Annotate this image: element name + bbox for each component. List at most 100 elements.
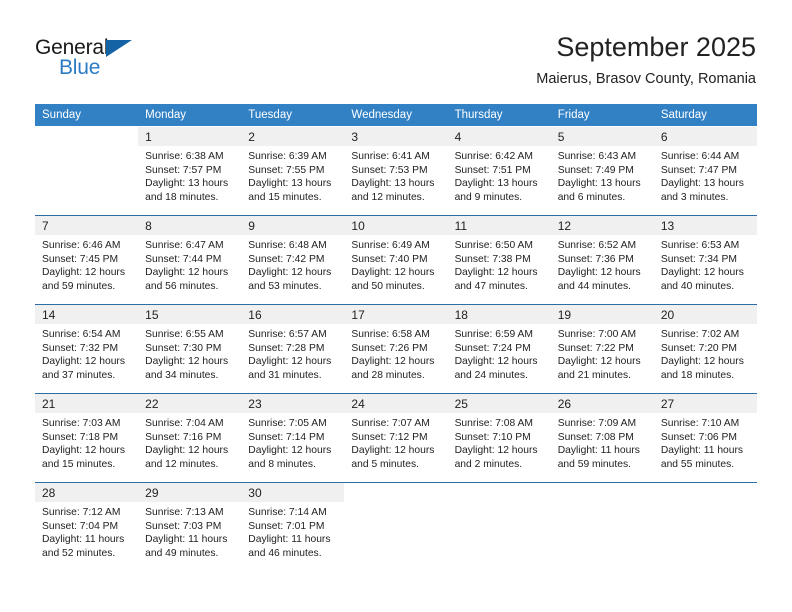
calendar-cell	[344, 482, 448, 571]
day-cell[interactable]: 13 Sunrise: 6:53 AM Sunset: 7:34 PM Dayligh…	[653, 216, 757, 304]
weekday-header-wednesday: Wednesday	[344, 104, 448, 127]
calendar-cell: 20 Sunrise: 7:02 AM Sunset: 7:20 PM Dayligh…	[653, 304, 757, 394]
sunrise-text: Sunrise: 6:50 AM	[454, 240, 533, 251]
day-cell[interactable]: 15 Sunrise: 6:55 AM Sunset: 7:30 PM Dayligh…	[138, 305, 242, 393]
sunset-text: Sunset: 7:38 PM	[454, 253, 531, 265]
sunrise-text: Sunrise: 7:03 AM	[42, 418, 121, 429]
day-cell[interactable]: 16 Sunrise: 6:57 AM Sunset: 7:28 PM Dayligh…	[241, 305, 345, 393]
sunrise-text: Sunrise: 6:41 AM	[351, 151, 430, 162]
day-cell[interactable]: 29 Sunrise: 7:13 AM Sunset: 7:03 PM Dayligh…	[138, 483, 242, 571]
day-cell[interactable]: 22 Sunrise: 7:04 AM Sunset: 7:16 PM Dayligh…	[138, 394, 242, 482]
day-details: Sunrise: 6:49 AM Sunset: 7:40 PM Daylight:…	[344, 235, 447, 293]
day-cell[interactable]: 20 Sunrise: 7:02 AM Sunset: 7:20 PM Dayligh…	[653, 305, 757, 393]
daylight-text: Daylight: 12 hours and 50 minutes.	[351, 267, 435, 292]
daylight-text: Daylight: 12 hours and 2 minutes.	[454, 445, 538, 470]
calendar-grid: Sunday Monday Tuesday Wednesday Thursday…	[35, 104, 757, 571]
sunrise-text: Sunrise: 6:59 AM	[454, 329, 533, 340]
calendar-cell: 18 Sunrise: 6:59 AM Sunset: 7:24 PM Dayligh…	[447, 304, 551, 394]
sunset-text: Sunset: 7:20 PM	[660, 342, 737, 354]
day-cell[interactable]: 17 Sunrise: 6:58 AM Sunset: 7:26 PM Dayligh…	[344, 305, 448, 393]
day-cell[interactable]: 9 Sunrise: 6:48 AM Sunset: 7:42 PM Daylight…	[241, 216, 345, 304]
day-details: Sunrise: 7:09 AM Sunset: 7:08 PM Daylight:…	[551, 413, 654, 471]
day-cell[interactable]: 8 Sunrise: 6:47 AM Sunset: 7:44 PM Daylight…	[138, 216, 242, 304]
day-cell[interactable]: 30 Sunrise: 7:14 AM Sunset: 7:01 PM Dayligh…	[241, 483, 345, 571]
sunset-text: Sunset: 7:57 PM	[145, 164, 222, 176]
day-cell[interactable]: 23 Sunrise: 7:05 AM Sunset: 7:14 PM Dayligh…	[241, 394, 345, 482]
day-number: 18	[447, 305, 551, 324]
day-cell[interactable]: 27 Sunrise: 7:10 AM Sunset: 7:06 PM Dayligh…	[653, 394, 757, 482]
day-cell[interactable]: 3 Sunrise: 6:41 AM Sunset: 7:53 PM Daylight…	[344, 127, 448, 215]
sunset-text: Sunset: 7:10 PM	[454, 431, 531, 443]
triangle-icon	[106, 40, 132, 57]
daylight-text: Daylight: 12 hours and 28 minutes.	[351, 356, 435, 381]
day-cell[interactable]: 10 Sunrise: 6:49 AM Sunset: 7:40 PM Dayligh…	[344, 216, 448, 304]
sunrise-text: Sunrise: 6:57 AM	[248, 329, 327, 340]
daylight-text: Daylight: 13 hours and 15 minutes.	[248, 178, 332, 203]
daylight-text: Daylight: 12 hours and 47 minutes.	[454, 267, 538, 292]
daylight-text: Daylight: 12 hours and 44 minutes.	[557, 267, 641, 292]
daylight-text: Daylight: 11 hours and 59 minutes.	[557, 445, 640, 470]
sunset-text: Sunset: 7:32 PM	[42, 342, 119, 354]
day-cell[interactable]: 5 Sunrise: 6:43 AM Sunset: 7:49 PM Daylight…	[550, 127, 654, 215]
day-number: 6	[653, 127, 757, 146]
day-details: Sunrise: 6:50 AM Sunset: 7:38 PM Daylight:…	[448, 235, 551, 293]
day-cell[interactable]: 19 Sunrise: 7:00 AM Sunset: 7:22 PM Dayligh…	[550, 305, 654, 393]
calendar-cell	[447, 482, 551, 571]
calendar-week-row: 1 Sunrise: 6:38 AM Sunset: 7:57 PM Daylight…	[35, 126, 757, 216]
sunrise-text: Sunrise: 6:53 AM	[660, 240, 740, 251]
weekday-header-tuesday: Tuesday	[241, 104, 345, 127]
day-number: 2	[241, 127, 345, 146]
daylight-text: Daylight: 12 hours and 31 minutes.	[248, 356, 332, 381]
calendar-body: 1 Sunrise: 6:38 AM Sunset: 7:57 PM Daylight…	[35, 126, 757, 571]
day-cell[interactable]: 14 Sunrise: 6:54 AM Sunset: 7:32 PM Dayligh…	[35, 305, 139, 393]
daylight-text: Daylight: 12 hours and 56 minutes.	[145, 267, 229, 292]
day-number: 5	[550, 127, 654, 146]
sunset-text: Sunset: 7:06 PM	[660, 431, 737, 443]
day-details: Sunrise: 6:39 AM Sunset: 7:55 PM Daylight:…	[241, 146, 344, 204]
calendar-cell: 11 Sunrise: 6:50 AM Sunset: 7:38 PM Dayligh…	[447, 215, 551, 305]
day-cell[interactable]: 25 Sunrise: 7:08 AM Sunset: 7:10 PM Dayligh…	[447, 394, 551, 482]
day-number	[654, 483, 757, 502]
calendar-cell: 15 Sunrise: 6:55 AM Sunset: 7:30 PM Dayligh…	[138, 304, 242, 394]
day-cell[interactable]: 28 Sunrise: 7:12 AM Sunset: 7:04 PM Dayligh…	[35, 483, 139, 571]
sunrise-text: Sunrise: 6:54 AM	[42, 329, 121, 340]
day-details: Sunrise: 6:52 AM Sunset: 7:36 PM Daylight:…	[551, 235, 654, 293]
empty-day-cell	[448, 483, 551, 571]
day-number	[551, 483, 654, 502]
daylight-text: Daylight: 12 hours and 40 minutes.	[660, 267, 744, 292]
day-cell[interactable]: 18 Sunrise: 6:59 AM Sunset: 7:24 PM Dayligh…	[447, 305, 551, 393]
empty-day-cell	[344, 483, 447, 571]
day-cell[interactable]: 26 Sunrise: 7:09 AM Sunset: 7:08 PM Dayligh…	[550, 394, 654, 482]
day-cell[interactable]: 12 Sunrise: 6:52 AM Sunset: 7:36 PM Dayligh…	[550, 216, 654, 304]
sunset-text: Sunset: 7:01 PM	[248, 520, 325, 532]
day-cell[interactable]: 11 Sunrise: 6:50 AM Sunset: 7:38 PM Dayligh…	[447, 216, 551, 304]
calendar-cell: 25 Sunrise: 7:08 AM Sunset: 7:10 PM Dayligh…	[447, 393, 551, 483]
calendar-cell: 8 Sunrise: 6:47 AM Sunset: 7:44 PM Daylight…	[138, 215, 242, 305]
day-cell[interactable]: 7 Sunrise: 6:46 AM Sunset: 7:45 PM Daylight…	[35, 216, 139, 304]
day-cell[interactable]: 1 Sunrise: 6:38 AM Sunset: 7:57 PM Daylight…	[138, 127, 242, 215]
calendar-cell: 17 Sunrise: 6:58 AM Sunset: 7:26 PM Dayligh…	[344, 304, 448, 394]
general-blue-logo[interactable]: General Blue	[35, 36, 155, 82]
weekday-header-saturday: Saturday	[653, 104, 757, 127]
sunset-text: Sunset: 7:16 PM	[145, 431, 222, 443]
day-number: 13	[653, 216, 757, 235]
sunrise-text: Sunrise: 7:05 AM	[248, 418, 327, 429]
calendar-cell: 1 Sunrise: 6:38 AM Sunset: 7:57 PM Daylight…	[138, 126, 242, 216]
day-number: 21	[35, 394, 139, 413]
day-cell[interactable]: 6 Sunrise: 6:44 AM Sunset: 7:47 PM Daylight…	[653, 127, 757, 215]
sunrise-text: Sunrise: 6:48 AM	[248, 240, 327, 251]
calendar-cell: 14 Sunrise: 6:54 AM Sunset: 7:32 PM Dayligh…	[35, 304, 139, 394]
day-number: 27	[653, 394, 757, 413]
sunset-text: Sunset: 7:45 PM	[42, 253, 119, 265]
day-number: 26	[550, 394, 654, 413]
sunset-text: Sunset: 7:03 PM	[145, 520, 222, 532]
calendar-week-row: 21 Sunrise: 7:03 AM Sunset: 7:18 PM Dayligh…	[35, 393, 757, 483]
day-number	[448, 483, 551, 502]
calendar-cell: 19 Sunrise: 7:00 AM Sunset: 7:22 PM Dayligh…	[550, 304, 654, 394]
day-cell[interactable]: 2 Sunrise: 6:39 AM Sunset: 7:55 PM Daylight…	[241, 127, 345, 215]
day-cell[interactable]: 4 Sunrise: 6:42 AM Sunset: 7:51 PM Daylight…	[447, 127, 551, 215]
calendar-cell: 21 Sunrise: 7:03 AM Sunset: 7:18 PM Dayligh…	[35, 393, 139, 483]
sunrise-text: Sunrise: 7:10 AM	[660, 418, 740, 429]
day-cell[interactable]: 24 Sunrise: 7:07 AM Sunset: 7:12 PM Dayligh…	[344, 394, 448, 482]
day-cell[interactable]: 21 Sunrise: 7:03 AM Sunset: 7:18 PM Dayligh…	[35, 394, 139, 482]
